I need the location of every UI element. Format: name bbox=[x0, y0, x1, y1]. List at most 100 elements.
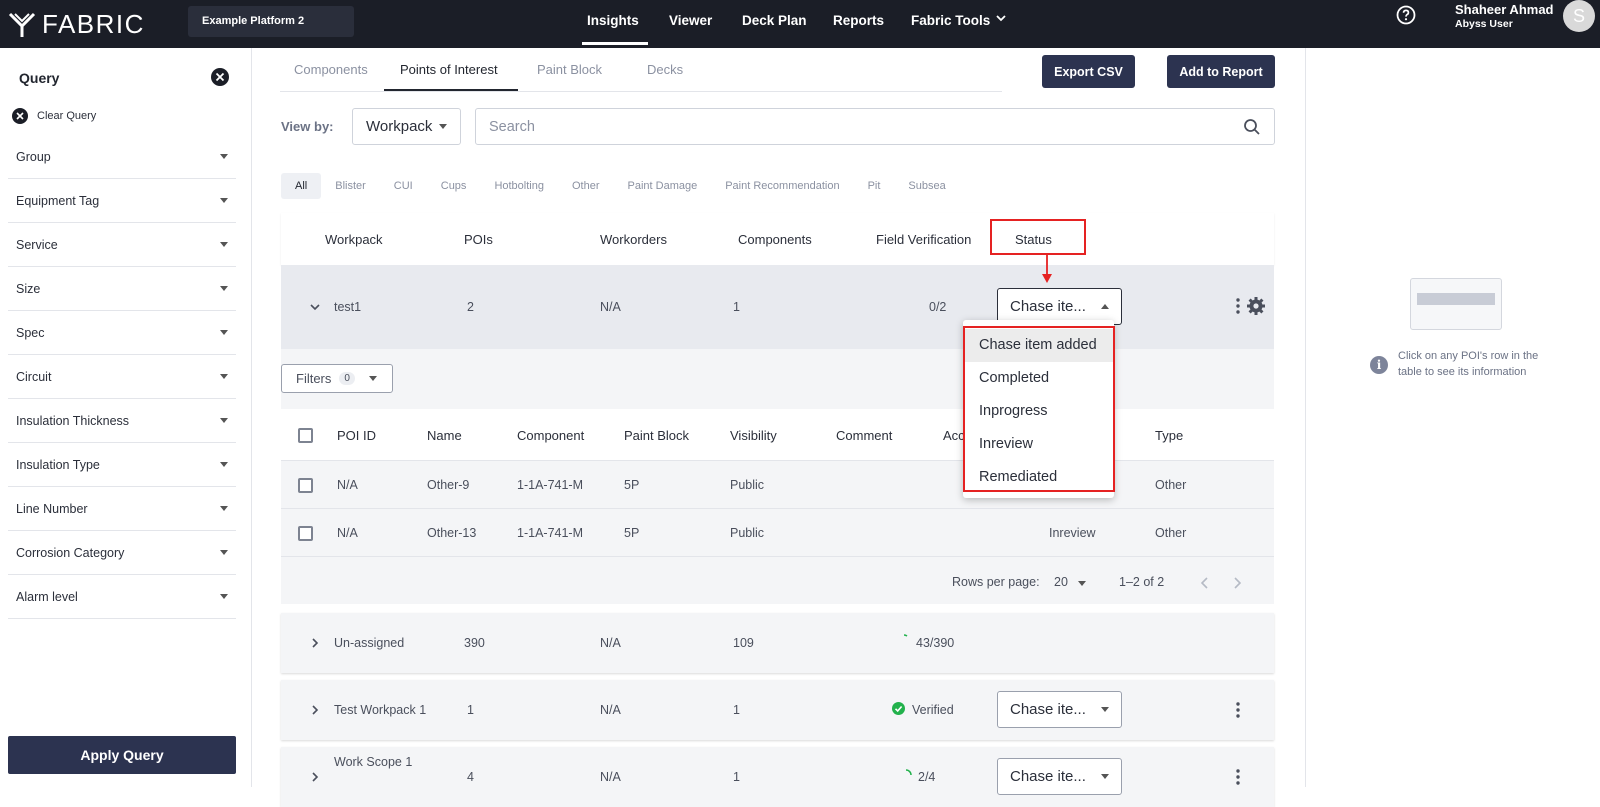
column-workorders[interactable]: Workorders bbox=[600, 232, 667, 247]
next-page-icon[interactable] bbox=[1233, 577, 1241, 589]
filter-spec[interactable]: Spec bbox=[8, 311, 236, 355]
filter-size[interactable]: Size bbox=[8, 267, 236, 311]
table-row[interactable]: Test Workpack 1 1 N/A 1 Verified Chase i… bbox=[281, 680, 1274, 740]
chip-cups[interactable]: Cups bbox=[427, 173, 481, 199]
caret-down-icon[interactable] bbox=[1078, 581, 1086, 586]
caret-down-icon bbox=[220, 506, 228, 511]
filter-label: Corrosion Category bbox=[16, 545, 125, 560]
pagination: Rows per page: 20 1–2 of 2 bbox=[281, 557, 1274, 605]
workpack-name: test1 bbox=[334, 300, 362, 314]
nav-deck-plan[interactable]: Deck Plan bbox=[742, 13, 807, 28]
tab-points-of-interest[interactable]: Points of Interest bbox=[400, 62, 498, 77]
column-comment[interactable]: Comment bbox=[836, 428, 892, 443]
poi-visibility: Public bbox=[730, 526, 765, 540]
illustration-bar bbox=[1417, 293, 1495, 305]
column-paint-block[interactable]: Paint Block bbox=[624, 428, 689, 443]
chip-hotbolting[interactable]: Hotbolting bbox=[480, 173, 558, 199]
export-csv-button[interactable]: Export CSV bbox=[1042, 55, 1135, 88]
workpack-name: Test Workpack 1 bbox=[334, 703, 427, 717]
chevron-right-icon[interactable] bbox=[310, 638, 320, 648]
tab-paint-block[interactable]: Paint Block bbox=[537, 62, 602, 77]
status-option-remediated[interactable]: Remediated bbox=[963, 461, 1114, 494]
chip-cui[interactable]: CUI bbox=[380, 173, 427, 199]
chip-paint-damage[interactable]: Paint Damage bbox=[614, 173, 712, 199]
chevron-right-icon[interactable] bbox=[310, 772, 320, 782]
help-icon[interactable] bbox=[1396, 5, 1416, 25]
chip-blister[interactable]: Blister bbox=[321, 173, 380, 199]
status-option-completed[interactable]: Completed bbox=[963, 362, 1114, 395]
filter-insulation-type[interactable]: Insulation Type bbox=[8, 443, 236, 487]
table-row[interactable]: Work Scope 1 4 N/A 1 2/4 Chase ite... bbox=[281, 747, 1274, 807]
filter-label: Insulation Type bbox=[16, 457, 100, 472]
table-row[interactable]: Un-assigned 390 N/A 109 43/390 bbox=[281, 613, 1274, 673]
nav-fabric-tools[interactable]: Fabric Tools bbox=[911, 13, 990, 28]
close-icon[interactable] bbox=[211, 68, 229, 86]
chip-all[interactable]: All bbox=[281, 173, 322, 199]
chevron-down-icon[interactable] bbox=[996, 14, 1006, 22]
chip-paint-recommendation[interactable]: Paint Recommendation bbox=[711, 173, 853, 199]
table-row[interactable]: N/A Other-9 1-1A-741-M 5P Public Other bbox=[281, 461, 1274, 509]
filter-alarm-level[interactable]: Alarm level bbox=[8, 575, 236, 619]
chip-other[interactable]: Other bbox=[558, 173, 614, 199]
more-options-icon[interactable] bbox=[1236, 702, 1240, 718]
previous-page-icon[interactable] bbox=[1201, 577, 1209, 589]
rows-per-page-select[interactable]: 20 bbox=[1054, 575, 1068, 589]
more-options-icon[interactable] bbox=[1236, 298, 1240, 314]
filter-line-number[interactable]: Line Number bbox=[8, 487, 236, 531]
status-value: Chase ite... bbox=[1010, 298, 1086, 315]
filter-circuit[interactable]: Circuit bbox=[8, 355, 236, 399]
tab-decks[interactable]: Decks bbox=[647, 62, 683, 77]
poi-table: POI ID Name Component Paint Block Visibi… bbox=[281, 409, 1274, 604]
filter-label: Group bbox=[16, 149, 51, 164]
nav-viewer[interactable]: Viewer bbox=[669, 13, 712, 28]
more-options-icon[interactable] bbox=[1236, 769, 1240, 785]
gear-icon[interactable] bbox=[1246, 296, 1266, 316]
filters-button[interactable]: Filters 0 bbox=[281, 364, 393, 393]
column-acc[interactable]: Acc bbox=[943, 428, 965, 443]
search-input[interactable]: Search bbox=[475, 108, 1275, 145]
column-visibility[interactable]: Visibility bbox=[730, 428, 777, 443]
add-to-report-button[interactable]: Add to Report bbox=[1167, 55, 1275, 88]
platform-selector[interactable]: Example Platform 2 bbox=[188, 6, 354, 37]
chip-subsea[interactable]: Subsea bbox=[894, 173, 959, 199]
table-row[interactable]: test1 2 N/A 1 0/2 Chase ite... bbox=[281, 265, 1274, 349]
filter-service[interactable]: Service bbox=[8, 223, 236, 267]
fabric-logo-icon bbox=[8, 12, 36, 37]
view-by-select[interactable]: Workpack bbox=[352, 108, 461, 145]
column-pois[interactable]: POIs bbox=[464, 232, 493, 247]
chip-pit[interactable]: Pit bbox=[854, 173, 895, 199]
filter-equipment-tag[interactable]: Equipment Tag bbox=[8, 179, 236, 223]
column-type[interactable]: Type bbox=[1155, 428, 1183, 443]
column-component[interactable]: Component bbox=[517, 428, 584, 443]
status-option-inprogress[interactable]: Inprogress bbox=[963, 395, 1114, 428]
chevron-right-icon[interactable] bbox=[310, 705, 320, 715]
row-checkbox[interactable] bbox=[298, 478, 313, 493]
filter-group[interactable]: Group bbox=[8, 135, 236, 179]
search-icon[interactable] bbox=[1243, 118, 1261, 136]
apply-query-button[interactable]: Apply Query bbox=[8, 736, 236, 774]
tabs-bar: Components Points of Interest Paint Bloc… bbox=[280, 48, 1002, 92]
chevron-down-icon[interactable] bbox=[310, 302, 320, 312]
status-option-inreview[interactable]: Inreview bbox=[963, 428, 1114, 461]
column-workpack[interactable]: Workpack bbox=[325, 232, 383, 247]
tab-components[interactable]: Components bbox=[294, 62, 368, 77]
clear-query-button[interactable]: Clear Query bbox=[12, 108, 96, 124]
column-poi-id[interactable]: POI ID bbox=[337, 428, 376, 443]
components-count: 1 bbox=[733, 300, 740, 314]
nav-insights[interactable]: Insights bbox=[587, 13, 639, 28]
row-checkbox[interactable] bbox=[298, 526, 313, 541]
status-option-chase-item-added[interactable]: Chase item added bbox=[963, 329, 1114, 362]
nav-reports[interactable]: Reports bbox=[833, 13, 884, 28]
filter-corrosion-category[interactable]: Corrosion Category bbox=[8, 531, 236, 575]
table-row[interactable]: N/A Other-13 1-1A-741-M 5P Public Inrevi… bbox=[281, 509, 1274, 557]
filter-insulation-thickness[interactable]: Insulation Thickness bbox=[8, 399, 236, 443]
column-name[interactable]: Name bbox=[427, 428, 462, 443]
caret-down-icon bbox=[220, 374, 228, 379]
status-select[interactable]: Chase ite... bbox=[997, 691, 1122, 728]
status-select[interactable]: Chase ite... bbox=[997, 758, 1122, 795]
fabric-logo[interactable]: FABRIC bbox=[8, 9, 145, 40]
column-components[interactable]: Components bbox=[738, 232, 812, 247]
avatar[interactable]: S bbox=[1563, 0, 1595, 32]
select-all-checkbox[interactable] bbox=[298, 428, 313, 443]
column-field-verification[interactable]: Field Verification bbox=[876, 232, 971, 247]
